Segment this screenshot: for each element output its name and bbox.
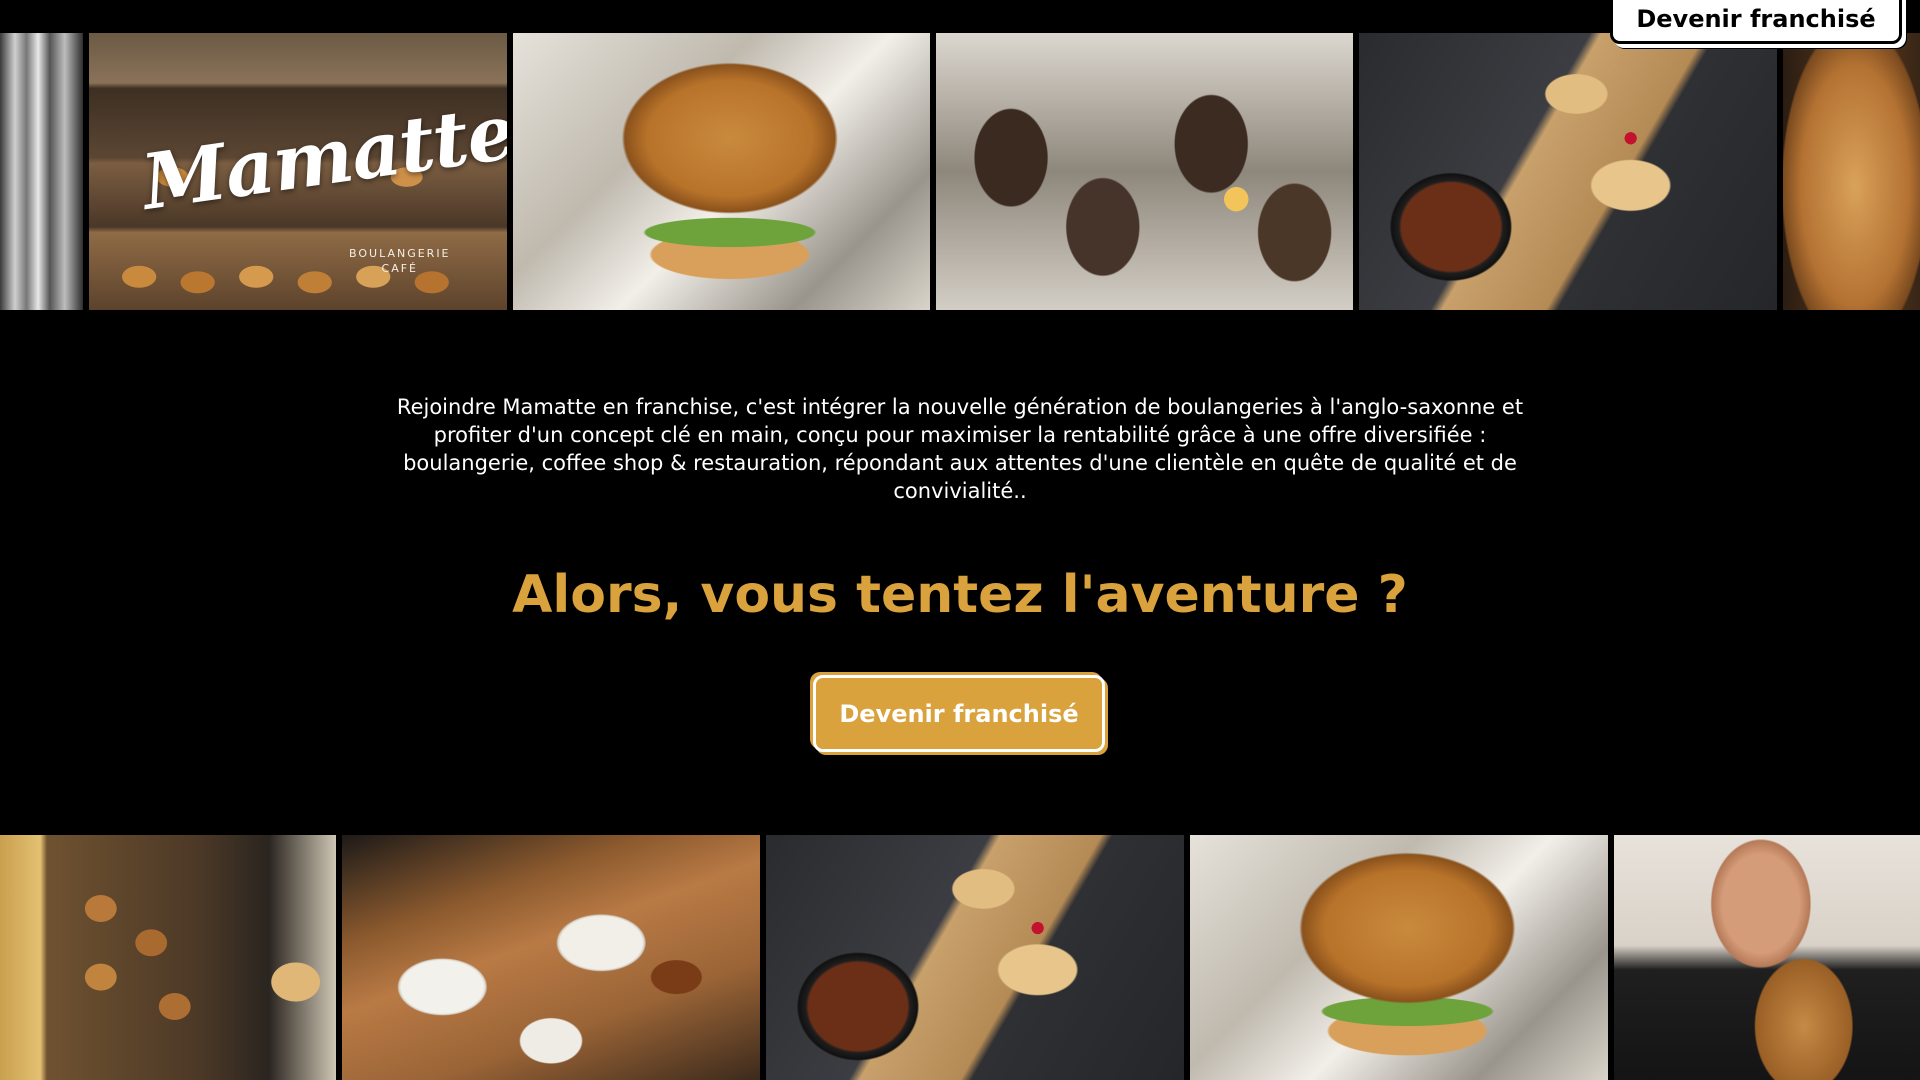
photo-brunch-table [342, 835, 760, 1080]
section-headline: Alors, vous tentez l'aventure ? [512, 565, 1408, 625]
photo-burger [513, 33, 930, 310]
logo-subtitle: BOULANGERIE CAFÉ [349, 246, 451, 276]
franchise-section: Mamatte BOULANGERIE CAFÉ Devenir franchi… [0, 0, 1920, 1080]
photo-sandwiches [936, 33, 1353, 310]
photo-bread-loaf [1783, 33, 1920, 310]
photo-burger-bottom [1190, 835, 1608, 1080]
photo-chrome-machine [0, 33, 83, 310]
photo-gallery-top: Mamatte BOULANGERIE CAFÉ [0, 33, 1920, 310]
become-franchisee-button[interactable]: Devenir franchisé [813, 675, 1105, 752]
photo-man-eating-bread [1614, 835, 1920, 1080]
logo-sub-line2: CAFÉ [381, 262, 418, 275]
logo-sub-line1: BOULANGERIE [349, 247, 451, 260]
mamatte-logo: Mamatte BOULANGERIE CAFÉ [137, 87, 507, 275]
photo-pancakes-bottom [766, 835, 1184, 1080]
photo-pancakes [1359, 33, 1777, 310]
photo-cookies-pastries [0, 835, 336, 1080]
header-become-franchisee-button[interactable]: Devenir franchisé [1610, 0, 1902, 44]
intro-paragraph: Rejoindre Mamatte en franchise, c'est in… [396, 395, 1524, 503]
photo-bakery-shelves: Mamatte BOULANGERIE CAFÉ [89, 33, 507, 310]
photo-gallery-bottom [0, 835, 1920, 1080]
